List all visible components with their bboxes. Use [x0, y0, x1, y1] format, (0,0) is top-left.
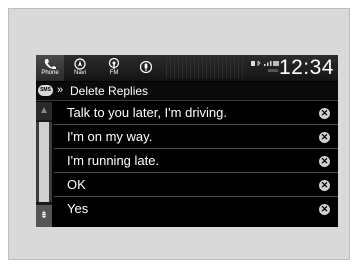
phone-source-label: Phone [41, 70, 59, 76]
scroll-track[interactable] [36, 122, 52, 202]
compass-icon [74, 58, 86, 70]
status-bar-background [166, 58, 244, 78]
list-item[interactable]: I'm running late. ✕ [54, 150, 338, 173]
fm-source-label: FM [109, 70, 119, 76]
siri-source-button[interactable] [132, 55, 160, 81]
fm-source-button[interactable]: FM [100, 55, 128, 81]
replies-list: Talk to you later, I'm driving. ✕ I'm on… [54, 102, 338, 227]
phone-source-button[interactable]: Phone [36, 55, 64, 81]
infotainment-screen: Phone Navi FM 12:34 SMS » Delete Replies… [36, 55, 338, 227]
siri-icon [139, 61, 153, 73]
top-status-bar: Phone Navi FM 12:34 [36, 55, 338, 81]
scroll-down-icon[interactable]: ⇟ [36, 205, 52, 227]
reply-text: I'm on my way. [67, 129, 153, 144]
reply-text: I'm running late. [67, 153, 160, 168]
delete-icon[interactable]: ✕ [319, 108, 330, 119]
screen-header: SMS » Delete Replies [36, 82, 338, 101]
scrollbar[interactable]: ▲ ⇟ [36, 102, 52, 227]
reply-text: OK [67, 177, 86, 192]
radio-icon [108, 58, 120, 69]
clock: 12:34 [278, 56, 334, 79]
reply-text: Yes [67, 201, 89, 216]
sms-icon: SMS [38, 85, 53, 96]
page-title: Delete Replies [70, 84, 149, 98]
back-chevron-icon[interactable]: » [57, 84, 63, 96]
scroll-up-icon[interactable]: ▲ [36, 102, 52, 120]
phone-icon [44, 59, 56, 70]
list-item[interactable]: I'm on my way. ✕ [54, 126, 338, 149]
navi-source-label: Navi [73, 70, 86, 76]
reply-text: Talk to you later, I'm driving. [67, 105, 227, 120]
list-item[interactable]: Yes ✕ [54, 198, 338, 221]
delete-icon[interactable]: ✕ [319, 132, 330, 143]
list-item[interactable]: Talk to you later, I'm driving. ✕ [54, 102, 338, 125]
delete-icon[interactable]: ✕ [319, 156, 330, 167]
list-item[interactable]: OK ✕ [54, 174, 338, 197]
delete-icon[interactable]: ✕ [319, 204, 330, 215]
delete-icon[interactable]: ✕ [319, 180, 330, 191]
navi-source-button[interactable]: Navi [66, 55, 94, 81]
scroll-thumb[interactable] [39, 122, 49, 202]
